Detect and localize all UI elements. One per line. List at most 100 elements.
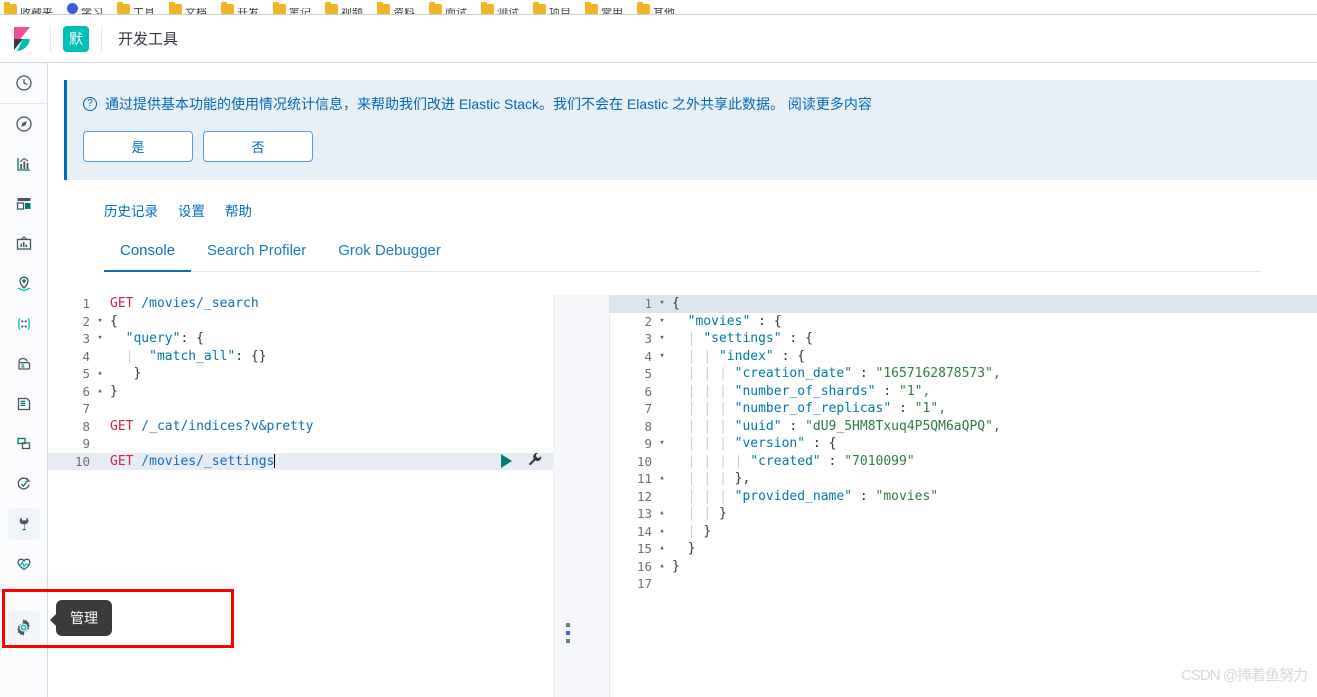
subnav-link[interactable]: 设置 (178, 200, 205, 220)
fold-toggle-icon[interactable]: ▴ (656, 558, 668, 576)
fold-toggle-icon[interactable]: ▾ (656, 295, 668, 313)
bookmark-item[interactable]: 测试 (481, 1, 519, 14)
response-line[interactable]: 10 | | | | "created" : "7010099" (610, 453, 1317, 471)
sidebar-item-dashboard[interactable] (0, 184, 48, 224)
tab-search-profiler[interactable]: Search Profiler (191, 234, 322, 272)
space-avatar[interactable]: 默 (63, 25, 89, 52)
bookmark-item[interactable]: 收藏夹 (4, 1, 53, 14)
editor-line[interactable]: 1 GET /movies/_search (48, 295, 553, 313)
bookmark-item[interactable]: 其他 (637, 1, 675, 14)
bookmark-item[interactable]: 资料 (377, 1, 415, 14)
bookmark-item[interactable]: 笔记 (273, 1, 311, 14)
bookmark-item[interactable]: 文档 (169, 1, 207, 14)
tab-grok-debugger[interactable]: Grok Debugger (322, 234, 457, 272)
bookmark-item[interactable]: 项目 (533, 1, 571, 14)
response-line[interactable]: 14 ▴ | } (610, 523, 1317, 541)
sidebar-item-dev-tools[interactable] (0, 504, 48, 544)
fold-toggle-icon[interactable]: ▴ (94, 383, 106, 401)
response-line[interactable]: 5 | | | "creation_date" : "1657162878573… (610, 365, 1317, 383)
subnav-link[interactable]: 帮助 (225, 200, 252, 220)
response-line[interactable]: 6 | | | "number_of_shards" : "1", (610, 383, 1317, 401)
tab-console[interactable]: Console (104, 234, 192, 272)
sidebar-item-machine-learning[interactable] (0, 304, 48, 344)
sidebar-item-monitoring[interactable] (0, 544, 48, 584)
primary-sidebar[interactable] (0, 63, 48, 697)
response-line[interactable]: 11 ▴ | | | }, (610, 470, 1317, 488)
bookmark-item[interactable]: 开发 (221, 1, 259, 14)
pane-splitter[interactable] (553, 295, 610, 697)
response-line[interactable]: 7 | | | "number_of_replicas" : "1", (610, 400, 1317, 418)
sidebar-item-visualize[interactable] (0, 144, 48, 184)
response-line-text (668, 576, 680, 591)
sidebar-item-discover[interactable] (0, 104, 48, 144)
drag-handle-icon[interactable] (566, 623, 570, 643)
fold-toggle-icon[interactable]: ▴ (656, 540, 668, 558)
sidebar-item-maps[interactable] (0, 264, 48, 304)
line-actions[interactable] (501, 451, 543, 472)
response-line[interactable]: 13 ▴ | | } (610, 505, 1317, 523)
line-number: 6 (82, 383, 90, 399)
bookmark-label: 资料 (393, 8, 415, 14)
fold-toggle-icon[interactable]: ▴ (656, 505, 668, 523)
fold-toggle-icon[interactable]: ▴ (656, 470, 668, 488)
fold-toggle-icon[interactable]: ▾ (656, 348, 668, 366)
ml-icon (8, 308, 40, 340)
editor-line[interactable]: 7 (48, 400, 553, 418)
bookmark-item[interactable]: 常用 (585, 1, 623, 14)
response-line[interactable]: 3 ▾ | "settings" : { (610, 330, 1317, 348)
sidebar-item-management[interactable] (0, 607, 48, 647)
response-line[interactable]: 2 ▾ "movies" : { (610, 313, 1317, 331)
console-subnav[interactable]: 历史记录 设置 帮助 (104, 200, 1317, 220)
heartbeat-icon (8, 548, 40, 580)
folder-icon (169, 2, 182, 14)
bookmark-item[interactable]: 学习 (67, 1, 103, 14)
response-line[interactable]: 12 | | | "provided_name" : "movies" (610, 488, 1317, 506)
editor-line[interactable]: 9 (48, 435, 553, 453)
fold-toggle-icon[interactable]: ▴ (94, 365, 106, 383)
compass-icon (8, 108, 40, 140)
editor-line[interactable]: 6 ▴} (48, 383, 553, 401)
fold-toggle-icon[interactable]: ▾ (656, 330, 668, 348)
editor-line-text: | "match_all": {} (125, 348, 267, 364)
sidebar-item-apm[interactable] (0, 424, 48, 464)
editor-line[interactable]: 5 ▴ } (48, 365, 553, 383)
response-line[interactable]: 8 | | | "uuid" : "dU9_5HM8Txuq4P5QM6aQPQ… (610, 418, 1317, 436)
line-number: 3 (82, 331, 90, 347)
response-line[interactable]: 4 ▾ | | "index" : { (610, 348, 1317, 366)
response-line[interactable]: 9 ▾ | | | "version" : { (610, 435, 1317, 453)
editor-line[interactable]: 10 GET /movies/_settings (48, 451, 553, 472)
sidebar-item-uptime[interactable] (0, 464, 48, 504)
play-icon[interactable] (501, 454, 512, 469)
response-line[interactable]: 16 ▴} (610, 558, 1317, 576)
fold-toggle-icon[interactable]: ▴ (656, 523, 668, 541)
editor-line[interactable]: 8 GET /_cat/indices?v&pretty (48, 418, 553, 436)
devtools-tabs[interactable]: Console Search Profiler Grok Debugger (104, 234, 1261, 272)
fold-toggle-icon[interactable]: ▾ (656, 313, 668, 331)
subnav-link[interactable]: 历史记录 (104, 200, 158, 220)
gear-icon (7, 611, 40, 643)
telemetry-no-button[interactable]: 否 (203, 131, 313, 162)
bookmark-item[interactable]: 面试 (429, 1, 467, 14)
sidebar-item-logs[interactable] (0, 384, 48, 424)
response-line[interactable]: 1 ▾{ (610, 295, 1317, 313)
sidebar-item-infrastructure[interactable] (0, 344, 48, 384)
response-viewer[interactable]: 1 ▾{2 ▾ "movies" : {3 ▾ | "settings" : {4 ▾ … (610, 295, 1317, 697)
sidebar-item-recently-viewed[interactable] (0, 63, 48, 103)
fold-toggle-icon[interactable]: ▾ (94, 313, 106, 331)
wrench-icon[interactable] (526, 451, 543, 472)
fold-toggle-icon[interactable]: ▾ (94, 330, 106, 348)
kibana-logo[interactable] (10, 25, 38, 53)
editor-line[interactable]: 2 ▾{ (48, 313, 553, 331)
request-editor[interactable]: 1 GET /movies/_search 2 ▾{3 ▾ "query": {4 | … (48, 295, 553, 697)
bookmark-item[interactable]: 工具 (117, 1, 155, 14)
fold-toggle-icon[interactable]: ▾ (656, 435, 668, 453)
editor-line[interactable]: 3 ▾ "query": { (48, 330, 553, 348)
bookmark-label: 开发 (237, 8, 259, 14)
response-line[interactable]: 17 (610, 575, 1317, 593)
bookmark-item[interactable]: 视频 (325, 1, 363, 14)
sidebar-item-canvas[interactable] (0, 224, 48, 264)
editor-line[interactable]: 4 | "match_all": {} (48, 348, 553, 366)
response-line[interactable]: 15 ▴ } (610, 540, 1317, 558)
browser-bookmarks-bar[interactable]: 收藏夹 学习 工具 文档 开发 笔记 视频 资料 面试 测试 项目 常用 其他 (0, 0, 1317, 15)
telemetry-yes-button[interactable]: 是 (83, 131, 193, 162)
